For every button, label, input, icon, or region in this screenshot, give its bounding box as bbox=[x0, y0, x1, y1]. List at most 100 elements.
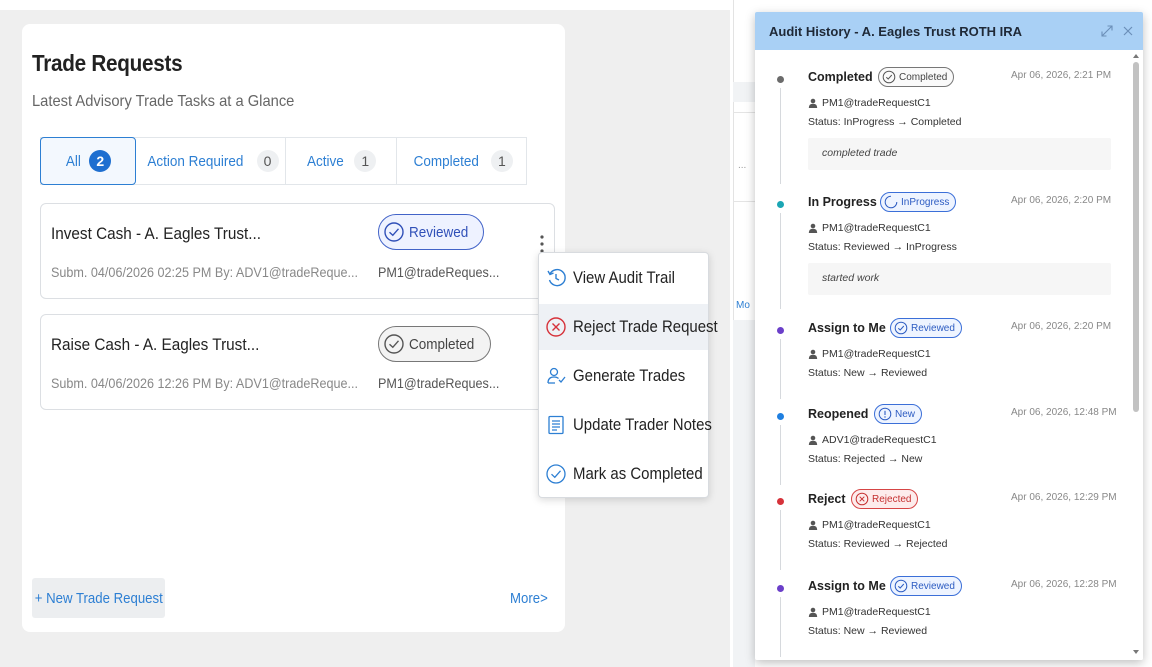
tab-label: Completed bbox=[413, 152, 480, 170]
event-timestamp: Apr 06, 2026, 2:21 PM bbox=[1011, 70, 1112, 81]
menu-item-reject-trade-request[interactable]: Reject Trade Request bbox=[539, 304, 718, 350]
info-circle-icon bbox=[878, 407, 892, 421]
timeline-dot bbox=[777, 76, 784, 83]
status-badge-label: Reviewed bbox=[409, 223, 469, 241]
request-title: Invest Cash - A. Eagles Trust... bbox=[51, 224, 262, 243]
event-status-badge: Completed bbox=[878, 67, 955, 87]
check-circle-icon bbox=[384, 334, 404, 354]
check-circle-icon bbox=[894, 579, 908, 593]
tab-action-required[interactable]: Action Required 0 bbox=[136, 138, 286, 184]
menu-item-mark-as-completed[interactable]: Mark as Completed bbox=[539, 451, 708, 497]
event-status-change: Status: Reviewed → Rejected bbox=[808, 538, 948, 550]
timeline-line bbox=[780, 425, 781, 485]
menu-item-label: Generate Trades bbox=[573, 366, 686, 385]
audit-timeline: Completed Completed Apr 06, 2026, 2:21 P… bbox=[755, 50, 1130, 660]
request-title: Raise Cash - A. Eagles Trust... bbox=[51, 335, 260, 354]
event-timestamp: Apr 06, 2026, 12:48 PM bbox=[1011, 407, 1117, 418]
screen: Trade Requests Latest Advisory Trade Tas… bbox=[0, 0, 1152, 667]
event-user: PM1@tradeRequestC1 bbox=[808, 348, 931, 360]
card-subtitle: Latest Advisory Trade Tasks at a Glance bbox=[32, 93, 295, 110]
timeline-dot bbox=[777, 327, 784, 334]
check-circle-icon bbox=[894, 321, 908, 335]
user-icon bbox=[808, 223, 818, 233]
event-badge-label: Completed bbox=[899, 71, 948, 83]
menu-item-generate-trades[interactable]: Generate Trades bbox=[539, 353, 708, 399]
timeline-line bbox=[780, 510, 781, 570]
event-name: Reopened bbox=[808, 407, 869, 421]
progress-icon bbox=[884, 195, 898, 209]
event-user-label: PM1@tradeRequestC1 bbox=[822, 606, 931, 618]
history-icon bbox=[547, 268, 566, 287]
check-circle-icon bbox=[882, 70, 896, 84]
event-name: Assign to Me bbox=[808, 579, 886, 593]
trade-request-row[interactable]: Invest Cash - A. Eagles Trust... Subm. 0… bbox=[40, 203, 555, 299]
timeline-dot bbox=[777, 201, 784, 208]
background-ellipsis: ... bbox=[738, 160, 747, 171]
audit-panel-header: Audit History - A. Eagles Trust ROTH IRA bbox=[755, 12, 1143, 50]
event-status-change: Status: InProgress → Completed bbox=[808, 116, 962, 128]
trade-request-row[interactable]: Raise Cash - A. Eagles Trust... Subm. 04… bbox=[40, 314, 555, 410]
status-badge-label: Completed bbox=[409, 335, 475, 353]
status-badge: Reviewed bbox=[378, 214, 484, 250]
new-trade-request-label: + New Trade Request bbox=[34, 589, 163, 607]
scroll-up-arrow-icon[interactable] bbox=[1133, 54, 1139, 58]
event-user-label: PM1@tradeRequestC1 bbox=[822, 519, 931, 531]
event-status-change: Status: Reviewed → InProgress bbox=[808, 241, 957, 253]
tab-count: 2 bbox=[89, 150, 112, 172]
new-trade-request-button[interactable]: + New Trade Request bbox=[32, 578, 165, 618]
menu-item-label: View Audit Trail bbox=[573, 268, 676, 287]
event-note: completed trade bbox=[808, 138, 1111, 170]
timeline-dot bbox=[777, 498, 784, 505]
scroll-thumb[interactable] bbox=[1133, 62, 1139, 412]
more-link[interactable]: More> bbox=[510, 590, 548, 607]
audit-scrollbar[interactable] bbox=[1130, 50, 1143, 660]
check-circle-icon bbox=[384, 222, 404, 242]
request-submitted: Subm. 04/06/2026 12:26 PM By: ADV1@trade… bbox=[51, 375, 358, 391]
event-timestamp: Apr 06, 2026, 12:29 PM bbox=[1011, 492, 1117, 503]
event-name: Assign to Me bbox=[808, 321, 886, 335]
menu-item-label: Update Trader Notes bbox=[573, 415, 712, 434]
event-status-change: Status: New → Reviewed bbox=[808, 367, 928, 379]
x-circle-icon bbox=[546, 317, 566, 337]
user-icon bbox=[808, 98, 818, 108]
event-badge-label: Reviewed bbox=[911, 322, 955, 334]
trade-requests-card: Trade Requests Latest Advisory Trade Tas… bbox=[22, 24, 565, 632]
menu-item-view-audit-trail[interactable]: View Audit Trail bbox=[539, 255, 708, 301]
timeline-line bbox=[780, 597, 781, 657]
tab-active[interactable]: Active 1 bbox=[286, 138, 398, 184]
event-status-badge: Reviewed bbox=[890, 318, 962, 338]
event-status-badge: Rejected bbox=[851, 489, 919, 509]
close-icon[interactable] bbox=[1121, 24, 1135, 38]
audit-panel-title: Audit History - A. Eagles Trust ROTH IRA bbox=[769, 24, 1023, 39]
tab-count: 1 bbox=[354, 150, 377, 172]
event-status-change: Status: New → Reviewed bbox=[808, 625, 928, 637]
background-row bbox=[733, 112, 755, 202]
timeline-dot bbox=[777, 413, 784, 420]
user-check-icon bbox=[547, 367, 566, 384]
event-note: started work bbox=[808, 263, 1111, 295]
event-user: PM1@tradeRequestC1 bbox=[808, 519, 931, 531]
menu-item-update-trader-notes[interactable]: Update Trader Notes bbox=[539, 402, 712, 448]
tab-label: Active bbox=[307, 152, 345, 170]
expand-icon[interactable] bbox=[1100, 24, 1114, 38]
event-user-label: PM1@tradeRequestC1 bbox=[822, 222, 931, 234]
menu-item-label: Reject Trade Request bbox=[573, 317, 718, 336]
event-timestamp: Apr 06, 2026, 2:20 PM bbox=[1011, 321, 1112, 332]
event-timestamp: Apr 06, 2026, 2:20 PM bbox=[1011, 195, 1112, 206]
tab-completed[interactable]: Completed 1 bbox=[397, 138, 526, 184]
user-icon bbox=[808, 520, 818, 530]
filter-tabs: All 2 Action Required 0 Active 1 Complet… bbox=[40, 137, 527, 185]
x-circle-icon bbox=[855, 492, 869, 506]
background-more-link[interactable]: Mo bbox=[736, 300, 750, 311]
row-context-menu: View Audit Trail Reject Trade Request Ge… bbox=[538, 252, 718, 498]
event-user-label: PM1@tradeRequestC1 bbox=[822, 348, 931, 360]
event-user: ADV1@tradeRequestC1 bbox=[808, 434, 937, 446]
tab-all[interactable]: All 2 bbox=[40, 137, 136, 185]
user-icon bbox=[808, 349, 818, 359]
status-badge: Completed bbox=[378, 326, 491, 362]
event-timestamp: Apr 06, 2026, 12:28 PM bbox=[1011, 579, 1117, 590]
scroll-down-arrow-icon[interactable] bbox=[1133, 650, 1139, 654]
user-icon bbox=[808, 607, 818, 617]
timeline-line bbox=[780, 88, 781, 184]
audit-history-panel: Audit History - A. Eagles Trust ROTH IRA… bbox=[755, 12, 1143, 660]
